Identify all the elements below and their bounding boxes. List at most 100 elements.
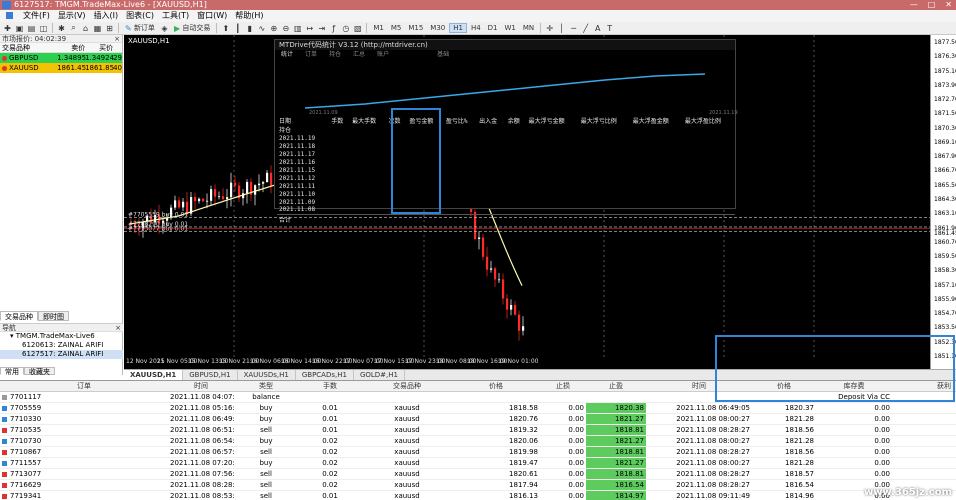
orders-column-header[interactable]: 止损 [540, 381, 586, 392]
chart-tab[interactable]: GBPCADs,H1 [296, 370, 354, 380]
timeframe-d1[interactable]: D1 [485, 24, 501, 32]
menu-view[interactable]: 显示(V) [54, 10, 90, 22]
line-chart-icon[interactable]: ∿ [256, 23, 267, 34]
order-row[interactable]: 7713077 2021.11.08 07:56:53sell0.02xauusd… [0, 468, 956, 480]
orders-column-header[interactable]: 类型 [234, 381, 298, 392]
indicators-icon[interactable]: ƒ [328, 23, 339, 34]
order-row[interactable]: 7716629 2021.11.08 08:28:28sell0.02xauusd… [0, 479, 956, 491]
tab-symbols[interactable]: 交易品种 [0, 311, 38, 321]
orders-column-header[interactable]: 时间 [168, 381, 234, 392]
crosshair-icon[interactable]: ✛ [544, 23, 555, 34]
navigator-item-account[interactable]: 6127517: ZAINAL ARIFI [0, 350, 123, 359]
navigator-icon[interactable]: ⌂ [80, 23, 91, 34]
orders-column-header[interactable]: 止盈 [586, 381, 646, 392]
stats-tab[interactable] [395, 50, 407, 59]
col-spread[interactable] [113, 43, 122, 52]
terminal-icon[interactable]: ▦ [92, 23, 103, 34]
new-chart-icon[interactable]: ✚ [2, 23, 13, 34]
timeframe-h4[interactable]: H4 [468, 24, 484, 32]
menu-tools[interactable]: 工具(T) [158, 10, 193, 22]
stats-tab[interactable]: 订单 [299, 50, 323, 59]
auto-trading-button[interactable]: ▶ 自动交易 [171, 23, 213, 34]
stats-tab[interactable]: 基础 [431, 50, 455, 59]
stats-tab[interactable]: 账户 [371, 50, 395, 59]
tab-common[interactable]: 常用 [0, 367, 24, 376]
navigator-item-account[interactable]: 6120613: ZAINAL ARIFI [0, 341, 123, 350]
metaeditor-icon[interactable]: ◈ [159, 23, 170, 34]
menu-help[interactable]: 帮助(H) [231, 10, 267, 22]
timeframe-m30[interactable]: M30 [427, 24, 448, 32]
stats-tab[interactable]: 统计 [275, 50, 299, 59]
buy-icon[interactable]: ⬆ [220, 23, 231, 34]
orders-column-header[interactable]: 价格 [452, 381, 540, 392]
open-icon[interactable]: ▣ [14, 23, 25, 34]
order-row[interactable]: 7710535 2021.11.08 06:51:49sell0.01xauusd… [0, 424, 956, 436]
orders-column-header[interactable]: 时间 [646, 381, 752, 392]
timeframe-w1[interactable]: W1 [502, 24, 519, 32]
close-button[interactable]: ✕ [945, 0, 952, 10]
maximize-button[interactable]: □ [928, 0, 936, 10]
chart-tab[interactable]: XAUUSDs,H1 [238, 370, 296, 380]
order-row[interactable]: 7710867 2021.11.08 06:57:02sell0.02xauusd… [0, 446, 956, 458]
stats-tab[interactable] [407, 50, 419, 59]
order-row[interactable]: 77107302021.11.08 06:54:00buy0.02xauusd1… [0, 435, 956, 447]
periods-icon[interactable]: ◷ [340, 23, 351, 34]
stats-tab[interactable]: 持仓 [323, 50, 347, 59]
chart-tab[interactable]: XAUUSD,H1 [124, 370, 184, 380]
save-icon[interactable]: ▤ [26, 23, 37, 34]
orders-column-header[interactable]: 交易品种 [362, 381, 452, 392]
text-tool-icon[interactable]: A [592, 23, 603, 34]
orders-column-header[interactable]: 价格 [752, 381, 816, 392]
candle-chart-icon[interactable]: ▮ [244, 23, 255, 34]
market-watch-row[interactable]: XAUUSD 1861.45 1861.85 40 [0, 63, 122, 73]
data-window-icon[interactable]: ⌕ [68, 23, 79, 34]
market-watch-close-icon[interactable]: × [114, 35, 120, 43]
orders-column-header[interactable]: 库存费 [816, 381, 892, 392]
menu-charts[interactable]: 图表(C) [122, 10, 158, 22]
timeframe-mn[interactable]: MN [520, 24, 537, 32]
bar-chart-icon[interactable]: ┃ [232, 23, 243, 34]
order-row[interactable]: 77115572021.11.08 07:20:40buy0.02xauusd1… [0, 457, 956, 469]
timeframe-m15[interactable]: M15 [405, 24, 426, 32]
menu-insert[interactable]: 插入(I) [90, 10, 123, 22]
order-row[interactable]: 77055592021.11.08 05:16:24buy0.01xauusd1… [0, 402, 956, 414]
order-row[interactable]: 77103302021.11.08 06:49:06buy0.01xauusd1… [0, 413, 956, 425]
autoscroll-icon[interactable]: ↦ [304, 23, 315, 34]
tile-icon[interactable]: ▥ [292, 23, 303, 34]
trendline-icon[interactable]: ╱ [580, 23, 591, 34]
stats-tab[interactable] [419, 50, 431, 59]
col-symbol[interactable]: 交易品种 [0, 43, 58, 52]
vertical-line-icon[interactable]: │ [556, 23, 567, 34]
tester-icon[interactable]: ⊞ [104, 23, 115, 34]
horizontal-line-icon[interactable]: ─ [568, 23, 579, 34]
chart-tab[interactable]: GOLD#,H1 [354, 370, 405, 380]
col-bid[interactable]: 卖价 [58, 43, 85, 52]
tab-favorites[interactable]: 收藏夹 [24, 367, 55, 376]
chart-shift-icon[interactable]: ⇥ [316, 23, 327, 34]
new-order-button[interactable]: ✎ 新订单 [122, 23, 158, 34]
tab-tick-chart[interactable]: 即时图 [38, 311, 69, 321]
minimize-button[interactable]: — [910, 0, 918, 10]
navigator-item-server[interactable]: ▾ TMGM.TradeMax-Live6 [0, 332, 123, 341]
menu-window-icon[interactable] [2, 10, 19, 22]
profiles-icon[interactable]: ◫ [38, 23, 49, 34]
zoom-out-icon[interactable]: ⊖ [280, 23, 291, 34]
templates-icon[interactable]: ▧ [352, 23, 363, 34]
chart-tab[interactable]: GBPUSD,H1 [183, 370, 238, 380]
orders-column-header[interactable]: 手数 [298, 381, 362, 392]
zoom-in-icon[interactable]: ⊕ [268, 23, 279, 34]
market-watch-icon[interactable]: ✱ [56, 23, 67, 34]
market-watch-row[interactable]: GBPUSD 1.34895 1.34924 29 [0, 53, 122, 63]
navigator-close-icon[interactable]: × [115, 324, 121, 332]
orders-column-header[interactable]: 获利 [892, 381, 956, 392]
menu-file[interactable]: 文件(F) [19, 10, 54, 22]
price-axis[interactable]: 1877.50 1876.30 1875.10 1873.90 1872.70 1871.… [930, 35, 956, 369]
timeframe-m5[interactable]: M5 [388, 24, 405, 32]
timeframe-h1[interactable]: H1 [449, 23, 467, 33]
col-ask[interactable]: 买价 [85, 43, 113, 52]
orders-column-header[interactable]: 订单 [0, 381, 168, 392]
order-row[interactable]: 7701117 2021.11.08 04:07:12balance Deposit… [0, 391, 956, 403]
label-tool-icon[interactable]: T [604, 23, 615, 34]
menu-window[interactable]: 窗口(W) [193, 10, 231, 22]
stats-tab[interactable]: 汇总 [347, 50, 371, 59]
